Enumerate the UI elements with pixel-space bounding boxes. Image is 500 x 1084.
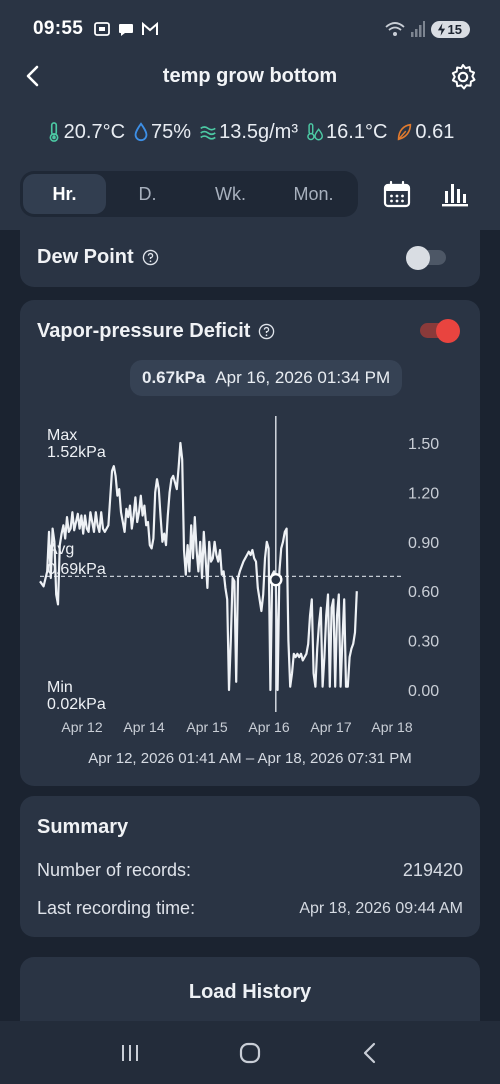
signal-icon [410,21,425,37]
x-tick-label: Apr 16 [248,719,289,735]
x-tick-label: Apr 12 [61,719,102,735]
absolute-humidity-reading: 13.5g/m³ [199,121,298,144]
last-recording-label: Last recording time: [37,898,196,918]
humidity-reading: 75% [133,121,191,144]
system-navigation-bar [0,1021,500,1084]
last-recording-row: Last recording time: Apr 18, 2026 09:44 … [37,898,463,919]
vpd-toggle-knob [436,319,460,343]
temperature-value: 20.7°C [63,120,126,143]
home-icon[interactable] [236,1039,264,1067]
y-tick-label: 0.00 [408,683,439,700]
chart-date-range: Apr 12, 2026 01:41 AM – Apr 18, 2026 07:… [88,750,412,767]
status-bar: 09:55 15 [0,0,500,58]
records-row: Number of records: 219420 [37,860,463,881]
back-nav-icon[interactable] [356,1039,384,1067]
status-time: 09:55 [33,18,84,39]
x-tick-label: Apr 17 [310,719,351,735]
period-tab-day[interactable]: D. [106,174,189,214]
y-tick-label: 0.60 [408,584,439,601]
dew-point-card: Dew Point [20,228,480,287]
dew-point-title: Dew Point [37,246,134,268]
humidity-drop-icon [134,122,148,142]
screenshot-icon [94,22,111,36]
chat-bubble-icon [119,24,134,36]
y-tick-label: 0.30 [408,634,439,651]
battery-indicator: 15 [430,20,470,38]
summary-title: Summary [37,816,129,838]
status-notification-icons [93,20,159,38]
y-tick-label: 0.90 [408,535,439,552]
calendar-icon [383,180,411,208]
period-tab-week[interactable]: Wk. [189,174,272,214]
top-app-bar: temp grow bottom [0,52,500,100]
bar-chart-icon [442,184,468,207]
dew-point-reading: 16.1°C [306,121,387,144]
y-tick-label: 1.20 [408,485,439,502]
dew-point-toggle-knob [406,246,430,270]
humidity-value: 75% [151,120,192,143]
records-label: Number of records: [37,860,192,880]
dew-point-icon [307,123,324,141]
temperature-reading: 20.7°C [46,121,125,144]
dew-point-title-row: Dew Point [37,246,159,269]
wifi-icon [384,22,405,36]
records-value: 219420 [402,860,463,880]
avg-value: 0.69kPa [47,561,106,578]
last-recording-value: Apr 18, 2026 09:44 AM [299,899,463,917]
back-arrow-icon[interactable] [20,62,48,90]
vpd-chart-card: Vapor-pressure Deficit 0.67kPa Apr 16, 2… [20,300,480,786]
period-tab-hour[interactable]: Hr. [23,174,106,214]
vpd-value: 0.61 [415,120,455,143]
absolute-humidity-value: 13.5g/m³ [219,120,299,143]
max-value: 1.52kPa [47,444,106,461]
charging-bolt-icon [437,22,445,36]
tooltip-time: Apr 16, 2026 01:34 PM [215,368,391,387]
period-tab-month[interactable]: Mon. [272,174,355,214]
max-label: Max [47,427,77,444]
thermometer-icon [49,122,59,142]
current-readings-row: 20.7°C 75% 13.5g/m³ 16.1°C 0.61 [0,114,500,150]
avg-label: Avg [47,541,74,558]
dew-point-value: 16.1°C [326,120,388,143]
summary-card: Summary Number of records: 219420 Last r… [20,796,480,937]
load-history-label: Load History [188,981,312,1003]
period-segmented-control: Hr. D. Wk. Mon. [20,171,358,217]
tooltip-value: 0.67kPa [142,368,206,387]
vpd-title-row: Vapor-pressure Deficit [37,320,275,343]
help-circle-icon[interactable] [258,323,275,340]
min-value: 0.02kPa [47,696,106,713]
vpd-toggle[interactable] [416,319,460,343]
vpd-reading: 0.61 [395,121,454,144]
min-label: Min [47,679,73,696]
calendar-button[interactable] [380,177,414,211]
page-title: temp grow bottom [162,64,338,87]
vpd-leaf-icon [398,123,412,141]
y-tick-label: 1.50 [408,436,439,453]
recent-apps-icon[interactable] [116,1039,144,1067]
vpd-title: Vapor-pressure Deficit [37,320,251,342]
bar-chart-button[interactable] [438,177,472,211]
battery-level: 15 [447,21,462,37]
absolute-humidity-icon [200,126,216,140]
settings-gear-icon[interactable] [448,62,478,92]
gmail-icon [142,21,159,35]
x-tick-label: Apr 14 [123,719,164,735]
x-tick-label: Apr 18 [371,719,412,735]
period-selector-row: Hr. D. Wk. Mon. [20,171,480,217]
chart-tooltip: 0.67kPa Apr 16, 2026 01:34 PM [130,360,403,396]
help-circle-icon[interactable] [142,249,159,266]
selection-point [269,572,283,587]
x-tick-label: Apr 15 [186,719,227,735]
vpd-line-chart[interactable]: 1.50 1.20 0.90 0.60 0.30 0.00 Apr 12 Apr 14 Apr… [20,400,480,740]
dew-point-toggle[interactable] [406,246,450,270]
status-right-icons: 15 [384,20,470,38]
